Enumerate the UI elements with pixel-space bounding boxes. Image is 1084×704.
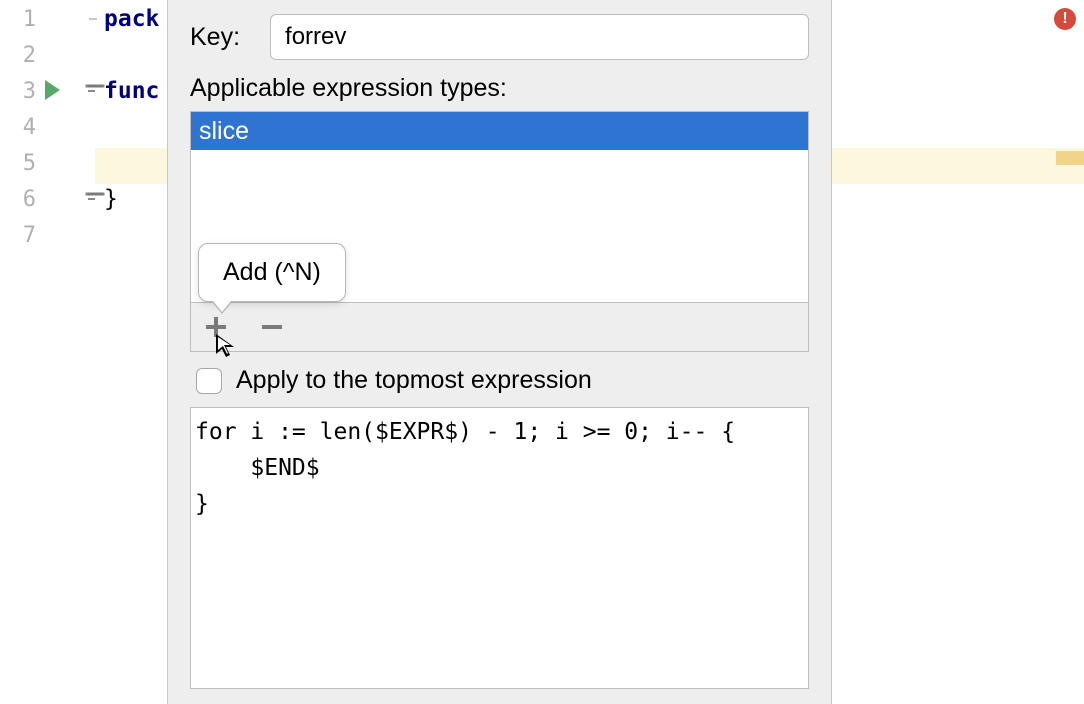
line-number[interactable]: 6 [0,187,36,212]
plus-icon [206,317,226,337]
editor-gutter: 1 2 3 4 5 6 7 [0,0,95,704]
key-row: Key: [190,14,809,60]
add-tooltip: Add (^N) [198,243,346,302]
line-number[interactable]: 2 [0,43,36,68]
apply-topmost-row: Apply to the topmost expression [196,366,809,395]
remove-type-button[interactable] [257,312,287,342]
types-list-toolbar [190,302,809,352]
key-label: Key: [190,23,240,52]
line-number[interactable]: 3 [0,79,36,104]
fold-marker [89,18,97,20]
warning-stripe[interactable] [1056,151,1084,165]
fold-collapse-icon[interactable] [85,192,105,196]
add-type-button[interactable] [201,312,231,342]
code-text[interactable]: func [104,78,159,104]
postfix-template-dialog: Key: Applicable expression types: slice … [167,0,832,704]
run-gutter-icon[interactable] [45,80,60,100]
line-number[interactable]: 1 [0,7,36,32]
line-number[interactable]: 5 [0,151,36,176]
key-input[interactable] [270,14,809,60]
minus-icon [262,325,282,329]
apply-topmost-checkbox[interactable] [196,368,222,394]
types-label: Applicable expression types: [190,74,809,103]
template-text-area[interactable]: for i := len($EXPR$) - 1; i >= 0; i-- { … [190,407,809,689]
apply-topmost-label: Apply to the topmost expression [236,366,592,395]
error-indicator-icon[interactable]: ! [1054,8,1076,30]
line-number[interactable]: 4 [0,115,36,140]
code-text[interactable]: } [104,186,118,212]
fold-collapse-icon[interactable] [85,84,105,88]
line-number[interactable]: 7 [0,223,36,248]
code-text[interactable]: pack [104,6,159,32]
type-list-item[interactable]: slice [191,112,808,150]
